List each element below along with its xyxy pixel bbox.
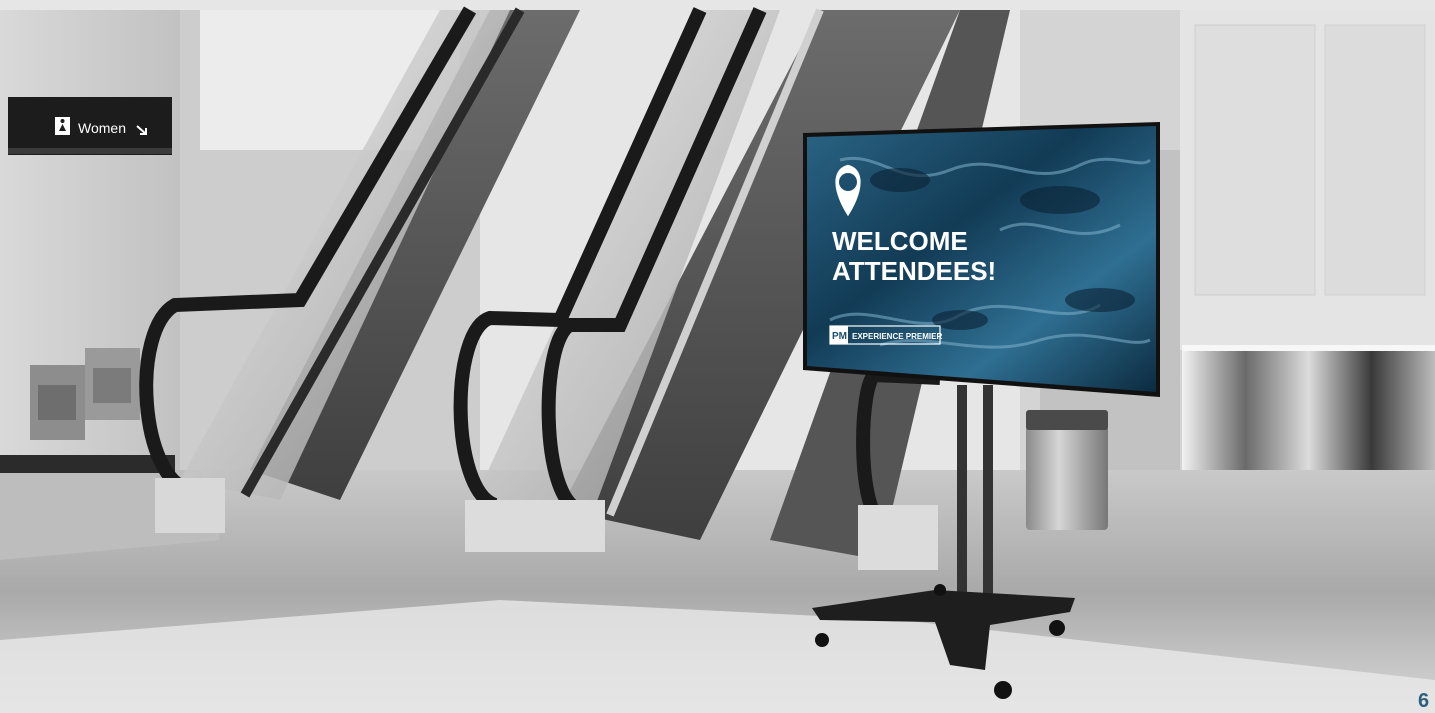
logo-text: EXPERIENCE PREMIER — [852, 332, 942, 341]
tv-stand-pole — [983, 385, 993, 600]
scene-svg: WELCOME ATTENDEES! PM EXPERIENCE PREMIER… — [0, 0, 1435, 713]
photo-scene: WELCOME ATTENDEES! PM EXPERIENCE PREMIER… — [0, 0, 1435, 713]
logo-mark: PM — [832, 331, 847, 342]
headline-line1: WELCOME — [832, 226, 968, 256]
page-number: 6 — [1418, 690, 1430, 712]
woman-icon — [55, 117, 70, 135]
tv-stand-pole — [957, 385, 967, 600]
trash-bin — [1026, 425, 1108, 530]
headline-line2: ATTENDEES! — [832, 256, 996, 286]
restroom-sign-label: Women — [78, 120, 126, 136]
